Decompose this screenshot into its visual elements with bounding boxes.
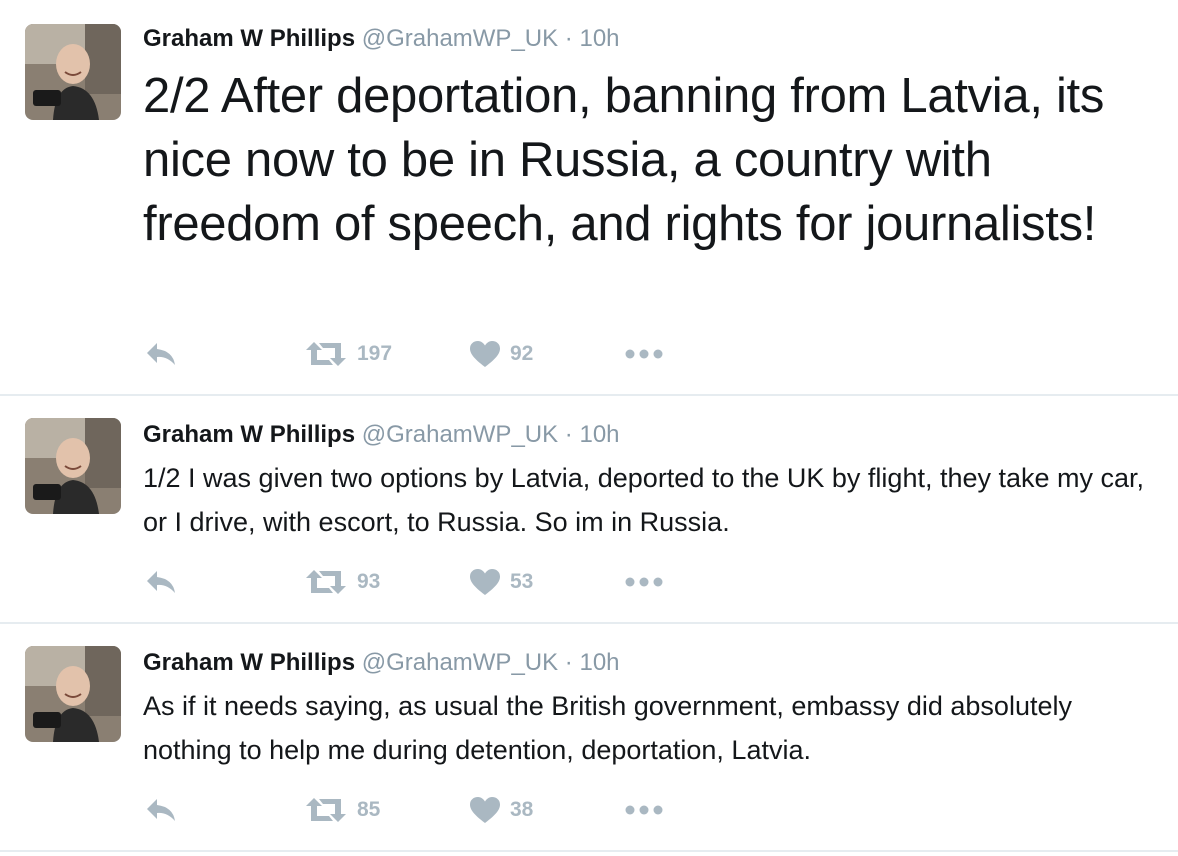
retweet-button[interactable]: 85 bbox=[305, 795, 380, 825]
tweet-feed: Graham W Phillips @GrahamWP_UK · 10h 2/2… bbox=[0, 0, 1178, 856]
heart-icon bbox=[470, 568, 500, 596]
retweet-icon bbox=[305, 341, 347, 367]
retweet-count: 93 bbox=[357, 570, 381, 593]
more-button[interactable] bbox=[625, 567, 663, 597]
avatar[interactable] bbox=[25, 418, 121, 514]
timestamp[interactable]: 10h bbox=[579, 421, 619, 448]
like-count: 92 bbox=[510, 342, 534, 365]
more-dots-icon bbox=[625, 349, 663, 359]
like-button[interactable]: 38 bbox=[470, 795, 533, 825]
reply-arrow-icon bbox=[145, 797, 177, 823]
tweet[interactable]: Graham W Phillips @GrahamWP_UK · 10h 1/2… bbox=[0, 396, 1178, 624]
like-count: 38 bbox=[510, 798, 534, 821]
reply-arrow-icon bbox=[145, 569, 177, 595]
author-name[interactable]: Graham W Phillips bbox=[143, 421, 355, 448]
tweet-header: Graham W Phillips @GrahamWP_UK · 10h bbox=[143, 420, 620, 450]
author-handle[interactable]: @GrahamWP_UK bbox=[362, 25, 558, 52]
retweet-icon bbox=[305, 569, 347, 595]
tweet-header: Graham W Phillips @GrahamWP_UK · 10h bbox=[143, 648, 620, 678]
author-handle[interactable]: @GrahamWP_UK bbox=[362, 421, 558, 448]
more-button[interactable] bbox=[625, 795, 663, 825]
tweet-text: 2/2 After deportation, banning from Latv… bbox=[143, 69, 1105, 251]
separator: · bbox=[564, 421, 573, 448]
tweet[interactable]: Graham W Phillips @GrahamWP_UK · 10h 2/2… bbox=[0, 0, 1178, 396]
retweet-count: 197 bbox=[357, 342, 393, 365]
more-dots-icon bbox=[625, 577, 663, 587]
tweet-text: 1/2 I was given two options by Latvia, d… bbox=[143, 463, 1145, 537]
avatar[interactable] bbox=[25, 24, 121, 120]
reply-arrow-icon bbox=[145, 341, 177, 367]
retweet-button[interactable]: 93 bbox=[305, 567, 380, 597]
like-count: 53 bbox=[510, 570, 534, 593]
separator: · bbox=[564, 25, 573, 52]
author-name[interactable]: Graham W Phillips bbox=[143, 25, 355, 52]
more-button[interactable] bbox=[625, 339, 663, 369]
tweet-header: Graham W Phillips @GrahamWP_UK · 10h bbox=[143, 24, 620, 54]
like-button[interactable]: 53 bbox=[470, 567, 533, 597]
author-handle[interactable]: @GrahamWP_UK bbox=[362, 649, 558, 676]
tweet[interactable]: Graham W Phillips @GrahamWP_UK · 10h As … bbox=[0, 624, 1178, 852]
heart-icon bbox=[470, 796, 500, 824]
retweet-button[interactable]: 197 bbox=[305, 339, 392, 369]
author-name[interactable]: Graham W Phillips bbox=[143, 649, 355, 676]
heart-icon bbox=[470, 340, 500, 368]
timestamp[interactable]: 10h bbox=[579, 25, 619, 52]
avatar[interactable] bbox=[25, 646, 121, 742]
more-dots-icon bbox=[625, 805, 663, 815]
reply-button[interactable] bbox=[145, 339, 177, 369]
like-button[interactable]: 92 bbox=[470, 339, 533, 369]
reply-button[interactable] bbox=[145, 567, 177, 597]
tweet-text: As if it needs saying, as usual the Brit… bbox=[143, 691, 1072, 765]
reply-button[interactable] bbox=[145, 795, 177, 825]
retweet-icon bbox=[305, 797, 347, 823]
timestamp[interactable]: 10h bbox=[579, 649, 619, 676]
separator: · bbox=[564, 649, 573, 676]
retweet-count: 85 bbox=[357, 798, 381, 821]
